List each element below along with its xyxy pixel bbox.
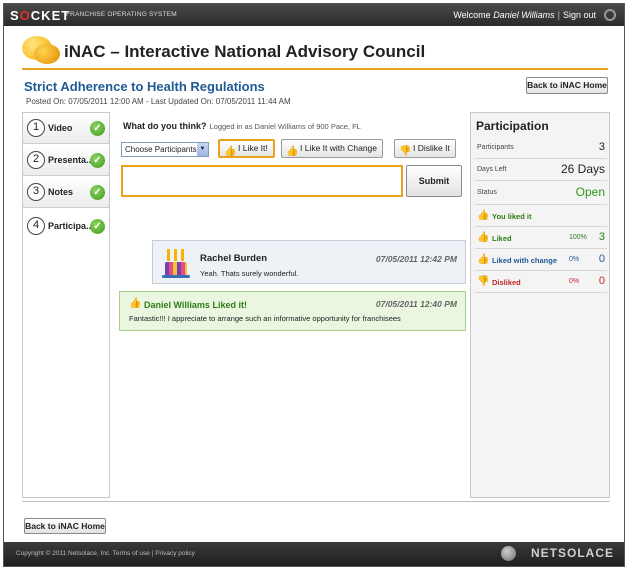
brand-subtitle: FRANCHISE OPERATING SYSTEM	[66, 11, 177, 18]
step-participation[interactable]: 4 Participa... ✓	[23, 211, 109, 245]
chat-bubbles-logo-icon	[22, 34, 62, 68]
avatar	[162, 247, 190, 279]
bottom-divider	[22, 501, 610, 502]
thumbs-up-icon: 👍	[129, 298, 142, 309]
participation-panel: Participation Participants 3 Days Left 2…	[470, 112, 610, 498]
user-name: Daniel Williams	[493, 10, 555, 20]
post-text: Fantastic!!! I appreciate to arrange suc…	[129, 314, 401, 323]
post-time: 07/05/2011 12:40 PM	[375, 299, 457, 309]
post-text: Yeah. Thats surely wonderful.	[200, 269, 299, 278]
days-left-row: Days Left 26 Days	[475, 159, 607, 181]
thumbs-up-icon: 👍	[477, 254, 490, 265]
submit-button[interactable]: Submit	[406, 165, 462, 197]
post-time: 07/05/2011 12:42 PM	[375, 254, 457, 264]
chevron-down-icon: ▼	[197, 143, 208, 156]
post-author: Daniel Williams Liked it!	[144, 300, 247, 310]
step-video[interactable]: 1 Video ✓	[23, 113, 109, 144]
dislike-button[interactable]: 👎 I Dislike It	[394, 139, 456, 158]
app-window: SOCKET FRANCHISE OPERATING SYSTEM Welcom…	[3, 3, 625, 567]
check-icon: ✓	[90, 185, 105, 200]
posted-date: Posted On: 07/05/2011 12:00 AM - Last Up…	[26, 97, 291, 106]
thumbs-down-icon: 👎	[399, 146, 412, 157]
thumbs-up-icon: 👍	[477, 210, 490, 221]
welcome-text: Welcome Daniel Williams | Sign out	[453, 10, 596, 20]
participants-select[interactable]: Choose Participants ▼	[121, 142, 209, 157]
topic-title: Strict Adherence to Health Regulations	[24, 79, 265, 94]
top-bar: SOCKET FRANCHISE OPERATING SYSTEM Welcom…	[4, 4, 624, 26]
title-divider	[22, 68, 608, 70]
thumbs-down-icon: 👎	[477, 276, 490, 287]
steps-sidebar: 1 Video ✓ 2 Presenta... ✓ 3 Notes ✓ 4 Pa…	[22, 112, 110, 498]
participants-row: Participants 3	[475, 137, 607, 159]
check-icon: ✓	[90, 219, 105, 234]
liked-with-change-row: 👍 Liked with change 0% 0	[475, 249, 607, 271]
back-to-home-button[interactable]: Back to iNAC Home	[526, 77, 608, 94]
logged-in-text: Logged in as Daniel Williams of 900 Pace…	[209, 122, 361, 131]
brand-logo: SOCKET	[10, 8, 71, 23]
step-presentation[interactable]: 2 Presenta... ✓	[23, 145, 109, 176]
thumbs-up-icon: 👍	[224, 146, 237, 157]
status-row: Status Open	[475, 181, 607, 205]
settings-icon[interactable]	[604, 9, 616, 21]
comment-input[interactable]	[121, 165, 403, 197]
netsolace-logo-icon	[501, 546, 516, 561]
like-post: 👍 Daniel Williams Liked it! 07/05/2011 1…	[119, 291, 466, 331]
liked-row: 👍 Liked 100% 3	[475, 227, 607, 249]
thumbs-up-icon: 👍	[286, 146, 299, 157]
status-badge: Open	[575, 185, 605, 199]
step-notes[interactable]: 3 Notes ✓	[23, 177, 109, 208]
sign-out-link[interactable]: Sign out	[563, 10, 596, 20]
thumbs-up-icon: 👍	[477, 232, 490, 243]
feedback-question: What do you think? Logged in as Daniel Wi…	[123, 121, 361, 131]
app-title: iNAC – Interactive National Advisory Cou…	[64, 42, 426, 61]
you-liked-row: 👍 You liked it	[475, 205, 607, 227]
post-author: Rachel Burden	[200, 253, 268, 264]
comment-post: Rachel Burden 07/05/2011 12:42 PM Yeah. …	[152, 240, 466, 284]
check-icon: ✓	[90, 121, 105, 136]
check-icon: ✓	[90, 153, 105, 168]
footer-copyright: Copyright © 2011 Netsolace, Inc. Terms o…	[16, 550, 195, 557]
back-to-home-button-bottom[interactable]: Back to iNAC Home	[24, 518, 106, 534]
participation-title: Participation	[476, 119, 549, 133]
footer: Copyright © 2011 Netsolace, Inc. Terms o…	[4, 542, 624, 566]
disliked-row: 👎 Disliked 0% 0	[475, 271, 607, 293]
footer-logo: NETSOLACE	[530, 546, 614, 560]
like-with-change-button[interactable]: 👍 I Like It with Change	[281, 139, 384, 158]
like-button[interactable]: 👍 I Like It!	[218, 139, 275, 158]
